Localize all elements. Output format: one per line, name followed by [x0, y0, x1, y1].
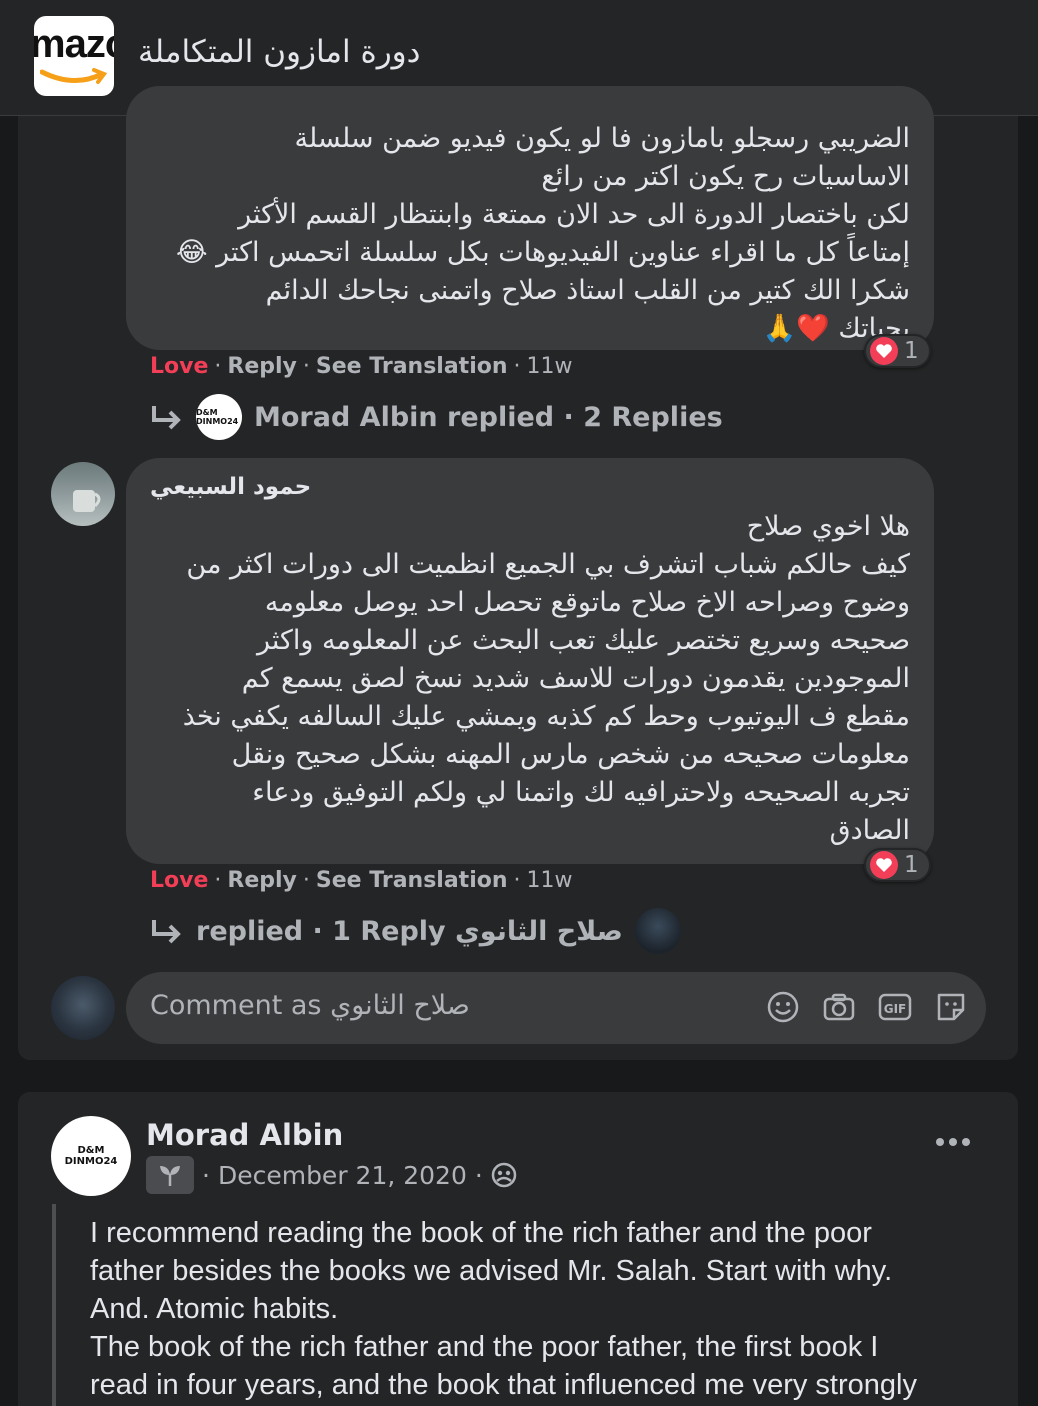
post-meta: · December 21, 2020 · — [146, 1156, 517, 1194]
post-text: I recommend reading the book of the rich… — [90, 1217, 917, 1401]
current-user-avatar[interactable] — [51, 976, 115, 1040]
sprout-badge-icon[interactable] — [146, 1156, 194, 1194]
reply-arrow-icon — [152, 406, 181, 430]
gif-icon[interactable]: GIF — [878, 990, 912, 1024]
more-options-icon[interactable] — [936, 1138, 970, 1146]
reply-button[interactable]: Reply — [227, 868, 297, 893]
post-author[interactable]: Morad Albin — [146, 1118, 343, 1152]
group-logo[interactable]: mazo — [34, 16, 114, 96]
comment-author[interactable]: حمود السبيعي — [150, 474, 311, 500]
comment-text: الضريبي رسجلو بامازون فا لو يكون فيديو ض… — [176, 123, 910, 344]
comment-timestamp[interactable]: 11w — [527, 868, 573, 893]
sticker-icon[interactable] — [934, 990, 968, 1024]
see-translation-link[interactable]: See Translation — [316, 354, 508, 379]
love-reaction-icon — [870, 851, 898, 879]
comment-bubble[interactable]: حمود السبيعي هلا اخوي صلاح كيف حالكم شبا… — [126, 458, 934, 864]
cup-photo-icon — [73, 490, 101, 512]
reply-arrow-icon — [152, 920, 181, 944]
comment-bubble[interactable]: الضريبي رسجلو بامازون فا لو يكون فيديو ض… — [126, 86, 934, 350]
love-button[interactable]: Love — [150, 354, 208, 379]
group-title[interactable]: دورة امازون المتكاملة — [138, 34, 420, 70]
group-privacy-icon — [491, 1162, 517, 1188]
view-replies-link[interactable]: D&M DINMO24 Morad Albin replied · 2 Repl… — [150, 394, 723, 440]
quote-bar — [52, 1204, 56, 1406]
reaction-summary[interactable]: 1 — [864, 848, 931, 882]
avatar[interactable] — [51, 462, 115, 526]
post-author-avatar[interactable]: D&M DINMO24 — [51, 1116, 131, 1196]
see-translation-link[interactable]: See Translation — [316, 868, 508, 893]
post-date[interactable]: December 21, 2020 — [218, 1161, 467, 1190]
avatar: D&M DINMO24 — [196, 394, 242, 440]
reply-button[interactable]: Reply — [227, 354, 297, 379]
avatar — [634, 908, 681, 954]
svg-text:GIF: GIF — [884, 1002, 907, 1016]
reaction-summary[interactable]: 1 — [864, 334, 931, 368]
post-card: D&M DINMO24 Morad Albin · December 21, 2… — [18, 1092, 1018, 1406]
comment-actions: Love · Reply · See Translation · 11w — [150, 868, 573, 893]
amazon-smile-icon — [40, 68, 108, 84]
comment-timestamp[interactable]: 11w — [527, 354, 573, 379]
camera-icon[interactable] — [822, 990, 856, 1024]
comment-input[interactable]: Comment as صلاح الثانوي GIF — [126, 972, 986, 1044]
love-button[interactable]: Love — [150, 868, 208, 893]
emoji-icon[interactable] — [766, 990, 800, 1024]
view-replies-link[interactable]: صلاح الثانوي replied · 1 Reply — [150, 908, 681, 954]
comments-card: الضريبي رسجلو بامازون فا لو يكون فيديو ض… — [18, 86, 1018, 1060]
comment-actions: Love · Reply · See Translation · 11w — [150, 354, 573, 379]
love-reaction-icon — [870, 337, 898, 365]
comment-text: هلا اخوي صلاح كيف حالكم شباب اتشرف بي ال… — [182, 511, 910, 846]
